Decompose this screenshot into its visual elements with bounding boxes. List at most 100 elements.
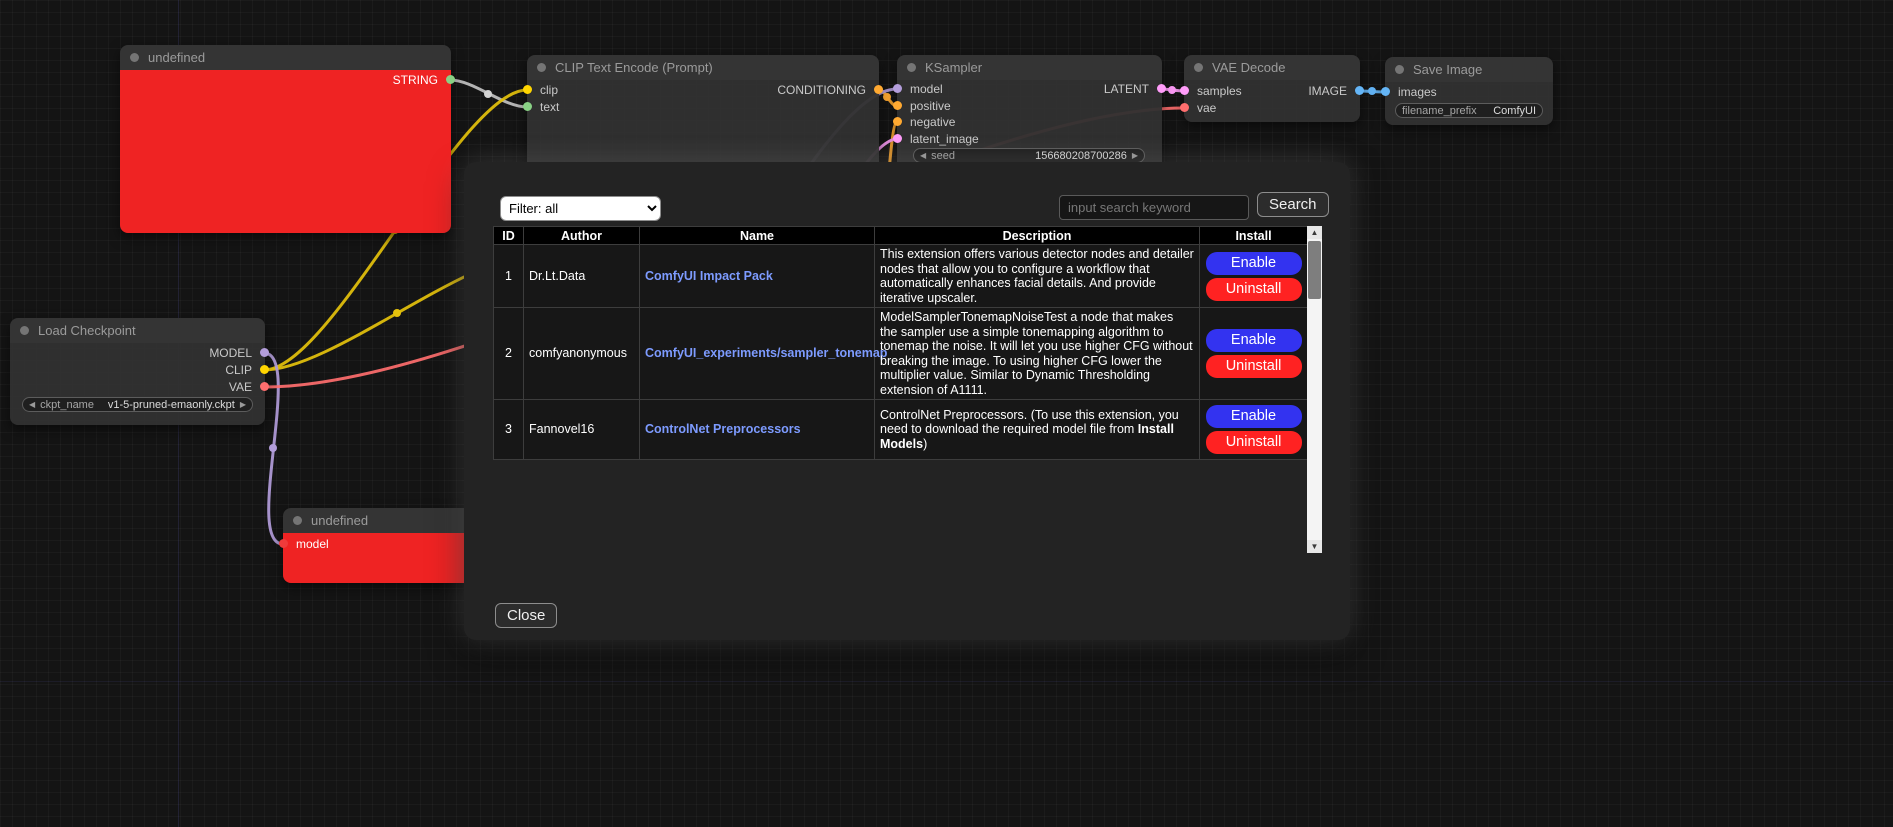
wire-dot <box>393 309 401 317</box>
wire-dot <box>269 444 277 452</box>
uninstall-button[interactable]: Uninstall <box>1206 355 1302 378</box>
node-title: Save Image <box>1413 62 1482 77</box>
widget-value: 156680208700286 <box>1035 150 1127 162</box>
extension-manager-dialog: Filter: all Search ID Author Name Descri… <box>464 162 1350 640</box>
node-ksampler[interactable]: KSampler model positive negative latent_… <box>897 55 1162 175</box>
wire-dot <box>1368 87 1376 95</box>
slot-label: text <box>540 100 559 114</box>
filename-prefix-widget[interactable]: filename_prefix ComfyUI <box>1395 103 1543 118</box>
seed-widget[interactable]: ◀ seed 156680208700286 ▶ <box>913 148 1145 163</box>
slot-dot-latent[interactable] <box>1157 84 1166 93</box>
node-collapse-dot[interactable] <box>293 516 302 525</box>
slot-dot-string[interactable] <box>446 75 455 84</box>
search-button[interactable]: Search <box>1257 192 1329 217</box>
cell-id: 1 <box>494 245 524 308</box>
wire-model-down <box>264 353 283 544</box>
column-header-name: Name <box>640 227 875 245</box>
node-collapse-dot[interactable] <box>130 53 139 62</box>
cell-name: ComfyUI Impact Pack <box>640 245 875 308</box>
node-title: Load Checkpoint <box>38 323 136 338</box>
node-collapse-dot[interactable] <box>1194 63 1203 72</box>
scrollbar-thumb[interactable] <box>1308 241 1321 299</box>
slot-dot-images[interactable] <box>1381 87 1390 96</box>
node-header[interactable]: undefined <box>120 45 451 70</box>
node-title: CLIP Text Encode (Prompt) <box>555 60 713 75</box>
slot-dot-negative[interactable] <box>893 117 902 126</box>
node-body: model positive negative latent_image LAT… <box>897 80 1162 175</box>
slot-label: images <box>1398 85 1437 99</box>
slot-label: positive <box>910 99 951 113</box>
node-save-image[interactable]: Save Image images filename_prefix ComfyU… <box>1385 57 1553 125</box>
input-slot-positive: positive <box>897 98 1162 114</box>
slot-dot-clip[interactable] <box>260 365 269 374</box>
slot-label: negative <box>910 115 955 129</box>
filter-select[interactable]: Filter: all <box>500 196 661 221</box>
node-vae-decode[interactable]: VAE Decode samples vae IMAGE <box>1184 55 1360 122</box>
widget-value: ComfyUI <box>1493 105 1536 117</box>
node-title: KSampler <box>925 60 982 75</box>
input-slot-vae: vae <box>1184 100 1360 116</box>
node-collapse-dot[interactable] <box>1395 65 1404 74</box>
node-collapse-dot[interactable] <box>537 63 546 72</box>
close-button[interactable]: Close <box>495 603 557 628</box>
node-body: samples vae IMAGE <box>1184 80 1360 122</box>
node-header[interactable]: Save Image <box>1385 57 1553 82</box>
uninstall-button[interactable]: Uninstall <box>1206 431 1302 454</box>
extension-name-link[interactable]: ComfyUI Impact Pack <box>645 269 773 283</box>
decrement-arrow-icon[interactable]: ◀ <box>920 152 926 160</box>
table-scrollbar[interactable]: ▲ ▼ <box>1307 226 1322 553</box>
extension-name-link[interactable]: ComfyUI_experiments/sampler_tonemap <box>645 346 887 360</box>
slot-dot-vae[interactable] <box>260 382 269 391</box>
slot-label: CLIP <box>225 363 252 377</box>
column-header-description: Description <box>875 227 1200 245</box>
slot-dot-model[interactable] <box>279 539 288 548</box>
node-header[interactable]: Load Checkpoint <box>10 318 265 343</box>
cell-install: Enable Uninstall <box>1200 308 1308 400</box>
slot-dot-image[interactable] <box>1355 86 1364 95</box>
cell-author: Fannovel16 <box>524 400 640 460</box>
search-input[interactable] <box>1059 195 1249 220</box>
wire-dot <box>883 93 891 101</box>
uninstall-button[interactable]: Uninstall <box>1206 278 1302 301</box>
scroll-up-icon[interactable]: ▲ <box>1307 226 1322 239</box>
slot-label: STRING <box>393 73 438 87</box>
widget-label: seed <box>931 150 955 162</box>
enable-button[interactable]: Enable <box>1206 252 1302 275</box>
slot-dot-latent-image[interactable] <box>893 134 902 143</box>
extension-name-link[interactable]: ControlNet Preprocessors <box>645 422 801 436</box>
node-collapse-dot[interactable] <box>907 63 916 72</box>
increment-arrow-icon[interactable]: ▶ <box>1132 152 1138 160</box>
increment-arrow-icon[interactable]: ▶ <box>240 401 246 409</box>
node-undefined-top[interactable]: undefined STRING <box>120 45 451 233</box>
column-header-install: Install <box>1200 227 1308 245</box>
node-load-checkpoint[interactable]: Load Checkpoint MODEL CLIP VAE ◀ ckpt_na… <box>10 318 265 425</box>
slot-label: latent_image <box>910 132 979 146</box>
slot-dot-vae[interactable] <box>1180 103 1189 112</box>
node-body: STRING <box>120 70 451 233</box>
slot-dot-text[interactable] <box>523 102 532 111</box>
node-body: MODEL CLIP VAE ◀ ckpt_name v1-5-pruned-e… <box>10 343 265 425</box>
decrement-arrow-icon[interactable]: ◀ <box>29 401 35 409</box>
input-slot-text: text <box>527 99 879 115</box>
cell-description: ControlNet Preprocessors. (To use this e… <box>875 400 1200 460</box>
enable-button[interactable]: Enable <box>1206 329 1302 352</box>
ckpt-name-widget[interactable]: ◀ ckpt_name v1-5-pruned-emaonly.ckpt ▶ <box>22 397 253 412</box>
scroll-down-icon[interactable]: ▼ <box>1307 540 1322 553</box>
wire-string-text <box>450 80 527 107</box>
node-header[interactable]: KSampler <box>897 55 1162 80</box>
node-title: VAE Decode <box>1212 60 1285 75</box>
slot-dot-conditioning[interactable] <box>874 85 883 94</box>
slot-dot-positive[interactable] <box>893 101 902 110</box>
node-header[interactable]: CLIP Text Encode (Prompt) <box>527 55 879 80</box>
input-slot-latent-image: latent_image <box>897 131 1162 147</box>
comfyui-canvas: undefined STRING CLIP Text Encode (Promp… <box>0 0 1893 827</box>
enable-button[interactable]: Enable <box>1206 405 1302 428</box>
cell-description: ModelSamplerTonemapNoiseTest a node that… <box>875 308 1200 400</box>
canvas-horizontal-axis <box>0 681 1893 682</box>
node-collapse-dot[interactable] <box>20 326 29 335</box>
description-text: This extension offers various detector n… <box>880 247 1194 305</box>
output-slot-conditioning: CONDITIONING <box>527 82 879 98</box>
node-header[interactable]: VAE Decode <box>1184 55 1360 80</box>
slot-dot-model[interactable] <box>260 348 269 357</box>
output-slot-model: MODEL <box>10 345 265 361</box>
